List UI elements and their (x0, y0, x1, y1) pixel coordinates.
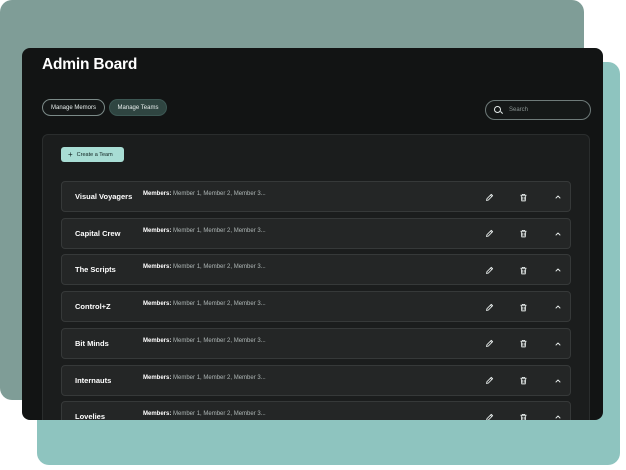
pencil-icon[interactable] (483, 338, 495, 350)
members-list: Member 1, Member 2, Member 3... (173, 337, 266, 344)
members-label: Members: (143, 374, 172, 381)
search-icon (494, 105, 503, 115)
trash-icon[interactable] (517, 264, 529, 276)
chevron-up-icon[interactable] (552, 228, 564, 240)
chevron-up-icon[interactable] (552, 411, 564, 420)
trash-icon[interactable] (517, 375, 529, 387)
teams-panel: + Create a Team Visual Voyagers Members: … (42, 134, 590, 420)
team-members: Members: Member 1, Member 2, Member 3... (143, 375, 266, 381)
team-row[interactable]: Internauts Members: Member 1, Member 2, M… (61, 364, 571, 396)
chevron-up-icon[interactable] (552, 301, 564, 313)
members-list: Member 1, Member 2, Member 3... (173, 264, 266, 271)
trash-icon[interactable] (517, 411, 529, 420)
members-label: Members: (143, 411, 172, 418)
members-list: Member 1, Member 2, Member 3... (173, 411, 266, 418)
team-name: Bit Minds (75, 338, 109, 348)
pencil-icon[interactable] (483, 264, 495, 276)
trash-icon[interactable] (517, 338, 529, 350)
members-list: Member 1, Member 2, Member 3... (173, 301, 266, 308)
team-row[interactable]: Lovelies Members: Member 1, Member 2, Mem… (61, 401, 571, 420)
team-name: Internauts (75, 375, 112, 385)
trash-icon[interactable] (517, 191, 529, 203)
team-members: Members: Member 1, Member 2, Member 3... (143, 411, 266, 417)
app-window: Admin Board Manage Memors Manage Teams S… (22, 48, 603, 420)
tab-manage-memos[interactable]: Manage Memors (42, 99, 105, 116)
team-members: Members: Member 1, Member 2, Member 3... (143, 191, 266, 197)
chevron-up-icon[interactable] (552, 264, 564, 276)
pencil-icon[interactable] (483, 191, 495, 203)
create-team-button[interactable]: + Create a Team (61, 147, 124, 162)
search-input[interactable]: Search (485, 100, 591, 120)
pencil-icon[interactable] (483, 411, 495, 420)
members-list: Member 1, Member 2, Member 3... (173, 191, 266, 197)
chevron-up-icon[interactable] (552, 338, 564, 350)
team-name: Lovelies (75, 412, 106, 420)
members-label: Members: (143, 337, 172, 344)
chevron-up-icon[interactable] (552, 375, 564, 387)
pencil-icon[interactable] (483, 228, 495, 240)
plus-icon: + (68, 149, 73, 159)
team-members: Members: Member 1, Member 2, Member 3... (143, 301, 266, 307)
team-row[interactable]: Control+Z Members: Member 1, Member 2, Me… (61, 291, 571, 323)
members-label: Members: (143, 301, 172, 308)
team-row[interactable]: Bit Minds Members: Member 1, Member 2, Me… (61, 327, 571, 359)
team-row[interactable]: Capital Crew Members: Member 1, Member 2,… (61, 217, 571, 249)
pencil-icon[interactable] (483, 301, 495, 313)
page-title: Admin Board (42, 56, 138, 73)
team-members: Members: Member 1, Member 2, Member 3... (143, 228, 266, 234)
members-list: Member 1, Member 2, Member 3... (173, 227, 266, 234)
members-label: Members: (143, 227, 172, 234)
team-name: Control+Z (75, 302, 111, 312)
trash-icon[interactable] (517, 301, 529, 313)
team-members: Members: Member 1, Member 2, Member 3... (143, 338, 266, 344)
trash-icon[interactable] (517, 228, 529, 240)
team-name: Capital Crew (75, 228, 121, 238)
members-label: Members: (143, 264, 172, 271)
members-label: Members: (143, 191, 172, 197)
team-name: The Scripts (75, 265, 116, 275)
pencil-icon[interactable] (483, 375, 495, 387)
chevron-up-icon[interactable] (552, 191, 564, 203)
tab-manage-teams[interactable]: Manage Teams (109, 99, 167, 116)
create-team-label: Create a Team (76, 151, 113, 158)
team-row[interactable]: The Scripts Members: Member 1, Member 2, … (61, 254, 571, 286)
team-row[interactable]: Visual Voyagers Members: Member 1, Member… (61, 181, 571, 212)
team-members: Members: Member 1, Member 2, Member 3... (143, 264, 266, 270)
members-list: Member 1, Member 2, Member 3... (173, 374, 266, 381)
search-placeholder: Search (509, 107, 529, 113)
team-name: Visual Voyagers (75, 192, 133, 201)
